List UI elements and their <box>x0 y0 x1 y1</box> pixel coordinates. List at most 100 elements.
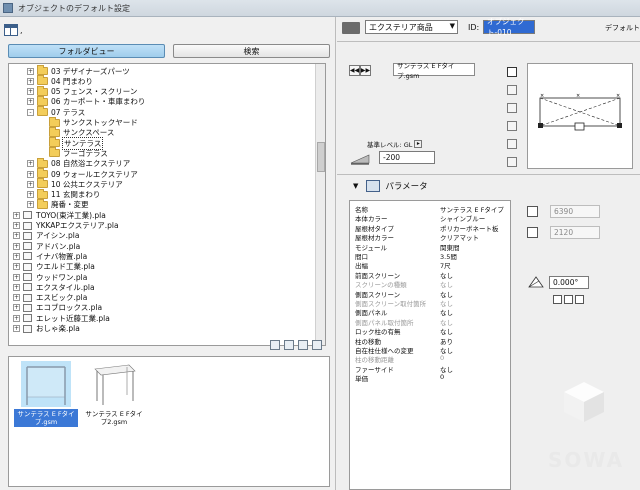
tab-folder-view[interactable]: フォルダビュー <box>8 44 165 58</box>
expand-icon[interactable]: + <box>13 222 20 229</box>
rotation-angle-icon <box>528 276 544 288</box>
tree-item-library[interactable]: + アイシン.pla <box>13 231 79 241</box>
large-icons-icon[interactable] <box>270 340 280 350</box>
level-menu-icon[interactable]: ▸ <box>414 140 423 148</box>
mirror-icon[interactable] <box>564 295 573 304</box>
tree-item-library[interactable]: + アドバン.pla <box>13 241 80 251</box>
tree-scroll-thumb[interactable] <box>317 142 325 172</box>
object-type-select[interactable]: エクステリア商品 ▼ <box>365 20 458 34</box>
tab-search[interactable]: 検索 <box>173 44 330 58</box>
library-tree[interactable]: +03 デザイナーズパーツ +04 門まわり +05 フェンス・スクリーン +06 カ… <box>8 63 326 346</box>
tree-item-library[interactable]: + イナバ物置.pla <box>13 251 87 261</box>
3d-view-icon[interactable] <box>507 103 517 113</box>
section-view-icon[interactable] <box>507 139 517 149</box>
folder-icon <box>37 157 48 168</box>
tree-item-folder[interactable]: -07 テラス <box>27 106 85 117</box>
library-file-icon <box>23 293 32 302</box>
prev-part-icon[interactable]: ◀◀ <box>349 65 360 76</box>
tree-item-library[interactable]: + おしゃ楽.pla <box>13 324 80 334</box>
3d-shaded-view-icon[interactable] <box>507 121 517 131</box>
object-header: エクステリア商品 ▼ ID: オブジェクト-010 デフォルト <box>337 17 640 39</box>
depth-field: 2120 <box>550 226 600 239</box>
expand-icon[interactable]: + <box>13 283 20 291</box>
library-part-name: サンテラス E Fタイプ.gsm <box>393 62 475 80</box>
width-row: 6390 <box>527 205 600 218</box>
folder-icon <box>49 116 60 127</box>
parameter-value[interactable]: 0 <box>440 373 444 381</box>
expand-icon[interactable]: + <box>13 325 20 332</box>
flip-icon[interactable] <box>575 295 584 304</box>
expand-icon[interactable]: + <box>27 98 34 106</box>
angle-row: 0.000° <box>527 275 589 289</box>
next-part-icon[interactable]: ▶▶ <box>360 65 371 76</box>
id-field[interactable]: オブジェクト-010 <box>483 17 535 37</box>
library-panel: , フォルダビュー 検索 +03 デザイナーズパーツ +04 門まわり +05 フェ… <box>0 17 336 490</box>
small-icons-icon[interactable] <box>284 340 294 350</box>
folder-icon <box>37 188 48 199</box>
expand-icon[interactable]: + <box>13 211 20 219</box>
expand-icon[interactable]: + <box>13 252 20 260</box>
collapse-icon[interactable]: - <box>27 108 34 116</box>
expand-icon[interactable]: + <box>13 242 20 250</box>
tree-item-library[interactable]: + ウッドワン.pla <box>13 272 87 282</box>
library-file-icon <box>23 324 32 333</box>
list-view-icon[interactable] <box>507 157 517 167</box>
parameter-value[interactable]: 0 <box>440 354 444 362</box>
expand-icon[interactable]: + <box>13 314 20 322</box>
expand-icon[interactable]: + <box>13 304 20 312</box>
parameters-section-header[interactable]: ▼ パラメータ <box>337 178 640 194</box>
watermark: SOWA <box>548 380 628 480</box>
width-icon <box>527 206 538 217</box>
plan-view-icon[interactable] <box>507 67 517 77</box>
expand-icon[interactable]: + <box>27 88 34 96</box>
expand-icon[interactable]: + <box>27 77 34 85</box>
tree-item-folder[interactable]: フーゴテラス <box>39 147 108 158</box>
parameter-row[interactable]: 単価 0 <box>350 372 510 384</box>
view-mode-dropdown[interactable]: , <box>20 26 28 36</box>
view-mode-icon[interactable] <box>4 24 18 36</box>
watermark-logo-icon <box>564 382 604 422</box>
tree-item-library[interactable]: + エレット近藤工業.pla <box>13 313 110 323</box>
tree-item-library[interactable]: + エコブロックス.pla <box>13 303 102 313</box>
expand-icon[interactable]: + <box>13 273 20 281</box>
expand-icon[interactable]: + <box>27 170 34 178</box>
expand-icon[interactable]: + <box>27 191 34 199</box>
library-file-icon <box>23 283 32 292</box>
collapse-triangle-icon[interactable]: ▼ <box>353 182 358 190</box>
folder-icon <box>37 198 48 209</box>
elevation-view-icon[interactable] <box>507 85 517 95</box>
expand-icon[interactable]: + <box>27 201 34 209</box>
tree-item-library[interactable]: + YKKAPエクステリア.pla <box>13 221 119 231</box>
library-tabs: フォルダビュー 検索 <box>8 44 330 58</box>
section-title: パラメータ <box>385 182 428 192</box>
default-label: デフォルト <box>605 24 640 32</box>
folder-icon <box>37 65 48 75</box>
preview-item-1[interactable]: サンテラス E Fタイプ.gsm <box>13 361 79 431</box>
expand-icon[interactable]: + <box>13 294 20 302</box>
object-preview-list: サンテラス E Fタイプ.gsm サンテラス E Fタイプ2.gsm <box>8 356 330 487</box>
parameter-name: 単価 <box>355 375 368 384</box>
expand-icon[interactable]: + <box>13 263 20 271</box>
expand-icon[interactable]: + <box>27 180 34 188</box>
tree-item-library[interactable]: + TOYO(東洋工業).pla <box>13 210 106 220</box>
tree-item-library[interactable]: + エクスタイル.pla <box>13 282 95 292</box>
parameter-table[interactable]: 名称 サンテラス E Fタイプ 本体カラー シャインブルー 屋根材タイプ ポリカーボネート… <box>349 200 511 490</box>
depth-row: 2120 <box>527 226 600 239</box>
level-offset-field[interactable]: -200 <box>379 151 435 164</box>
expand-icon[interactable]: + <box>27 67 34 75</box>
detail-view-icon[interactable] <box>312 340 322 350</box>
angle-field[interactable]: 0.000° <box>549 275 589 289</box>
mirror-checkbox[interactable] <box>553 295 562 304</box>
tree-item-library[interactable]: + エスビック.pla <box>13 293 87 303</box>
tree-scrollbar[interactable] <box>315 64 325 345</box>
expand-icon[interactable]: + <box>13 232 20 240</box>
folder-icon <box>37 75 48 86</box>
folder-icon <box>37 85 48 96</box>
tree-item-library[interactable]: + ウエルド工業.pla <box>13 262 95 272</box>
list-view-icon[interactable] <box>298 340 308 350</box>
library-file-icon <box>23 221 32 230</box>
expand-icon[interactable]: + <box>27 160 34 168</box>
preview-item-2[interactable]: サンテラス E Fタイプ2.gsm <box>81 361 147 431</box>
tree-item-folder[interactable]: +06 カーポート・車庫まわり <box>27 95 145 107</box>
tree-item-folder[interactable]: + 廃番・変更 <box>27 198 89 210</box>
